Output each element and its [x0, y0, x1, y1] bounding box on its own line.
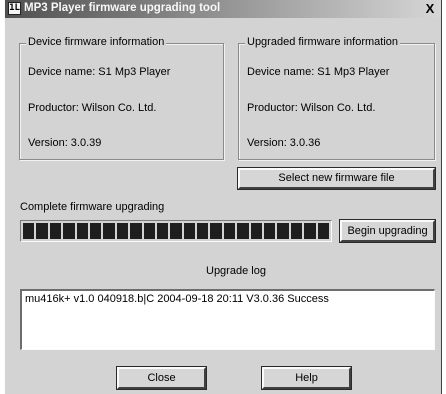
progress-block: [210, 223, 222, 239]
progress-block: [183, 223, 196, 239]
progress-block: [116, 223, 129, 239]
progress-block: [277, 223, 289, 239]
upgraded-firmware-legend: Upgraded firmware information: [245, 36, 401, 48]
upgrade-log-label: Upgrade log: [206, 265, 266, 277]
progress-block: [23, 223, 35, 239]
progress-block: [237, 223, 249, 239]
upgraded-version-label: Version: 3.0.36: [247, 137, 321, 149]
progress-block: [130, 223, 142, 239]
progress-block: [290, 223, 303, 239]
progress-block: [156, 223, 169, 239]
progress-label: Complete firmware upgrading: [20, 201, 165, 213]
progress-block: [103, 223, 115, 239]
select-firmware-file-button[interactable]: Select new firmware file: [237, 167, 436, 190]
productor-label: Productor: Wilson Co. Ltd.: [28, 102, 157, 114]
help-button[interactable]: Help: [261, 366, 352, 390]
progress-block: [330, 223, 331, 239]
close-icon[interactable]: X: [423, 1, 437, 16]
close-button[interactable]: Close: [116, 366, 207, 390]
begin-upgrading-button[interactable]: Begin upgrading: [339, 219, 436, 243]
device-firmware-legend: Device firmware information: [26, 36, 167, 48]
progress-block: [317, 223, 329, 239]
window-title: MP3 Player firmware upgrading tool: [24, 2, 221, 14]
progress-block: [197, 223, 209, 239]
device-firmware-group: Device firmware information Device name:…: [19, 36, 224, 160]
upgrade-log-list[interactable]: mu416k+ v1.0 040918.b|C 2004-09-18 20:11…: [20, 289, 435, 350]
title-bar[interactable]: 1L MP3 Player firmware upgrading tool X: [5, 0, 441, 18]
progress-block: [304, 223, 316, 239]
device-name-label: Device name: S1 Mp3 Player: [28, 66, 171, 78]
progress-block: [63, 223, 75, 239]
upgraded-firmware-group: Upgraded firmware information Device nam…: [238, 36, 435, 160]
firmware-tool-window: 1L MP3 Player firmware upgrading tool X …: [4, 0, 442, 394]
upgraded-productor-label: Productor: Wilson Co. Ltd.: [247, 102, 376, 114]
progress-block: [89, 223, 102, 239]
log-entry[interactable]: mu416k+ v1.0 040918.b|C 2004-09-18 20:11…: [25, 293, 431, 305]
version-label: Version: 3.0.39: [28, 137, 102, 149]
progress-block: [36, 223, 48, 239]
progress-block: [170, 223, 182, 239]
progress-block: [223, 223, 236, 239]
progress-block: [250, 223, 263, 239]
upgraded-device-name-label: Device name: S1 Mp3 Player: [247, 66, 390, 78]
progress-block: [49, 223, 62, 239]
upgrade-progress-bar: [20, 220, 332, 242]
app-icon: 1L: [8, 2, 21, 15]
progress-block: [264, 223, 276, 239]
progress-block: [76, 223, 88, 239]
progress-block: [143, 223, 155, 239]
